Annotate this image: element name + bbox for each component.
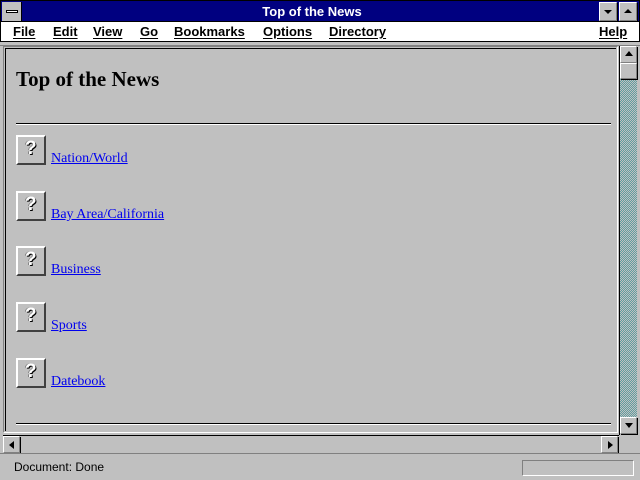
menu-view[interactable]: View <box>93 24 122 39</box>
status-bar: Document: Done <box>0 453 640 480</box>
link-sports[interactable]: Sports <box>51 318 87 334</box>
list-item: ? Sports <box>16 302 316 334</box>
broken-image-icon[interactable]: ? <box>16 358 46 388</box>
scroll-left-button[interactable] <box>3 436 20 453</box>
list-item: ? Nation/World <box>16 135 316 167</box>
arrow-left-icon <box>9 441 14 449</box>
document-frame: Top of the News ? Nation/World ? Bay Are… <box>5 48 616 431</box>
vertical-scroll-thumb[interactable] <box>620 63 637 79</box>
menu-file[interactable]: File <box>13 24 35 39</box>
horizontal-rule-bottom <box>16 423 611 425</box>
menu-bar: File Edit View Go Bookmarks Options Dire… <box>0 22 640 42</box>
list-item: ? Bay Area/California <box>16 191 316 223</box>
system-menu-icon <box>6 10 18 13</box>
scroll-right-button[interactable] <box>601 436 618 453</box>
arrow-right-icon <box>608 441 613 449</box>
scroll-down-button[interactable] <box>620 417 637 434</box>
link-nation-world[interactable]: Nation/World <box>51 151 128 167</box>
broken-image-icon[interactable]: ? <box>16 246 46 276</box>
menu-directory[interactable]: Directory <box>329 24 386 39</box>
minimize-button[interactable] <box>599 2 617 21</box>
menu-options[interactable]: Options <box>263 24 312 39</box>
document-view: Top of the News ? Nation/World ? Bay Are… <box>3 46 618 433</box>
list-item: ? Business <box>16 246 316 278</box>
title-bar: Top of the News <box>0 0 640 22</box>
menu-go[interactable]: Go <box>140 24 158 39</box>
menu-help[interactable]: Help <box>599 24 627 39</box>
scrollbar-corner <box>619 435 637 452</box>
link-bay-area-california[interactable]: Bay Area/California <box>51 207 164 223</box>
menu-bookmarks[interactable]: Bookmarks <box>174 24 245 39</box>
broken-image-icon[interactable]: ? <box>16 191 46 221</box>
broken-image-icon[interactable]: ? <box>16 302 46 332</box>
horizontal-scrollbar[interactable] <box>3 435 619 453</box>
page-heading: Top of the News <box>16 67 160 91</box>
list-item: ? Datebook <box>16 358 316 390</box>
progress-indicator <box>522 460 634 476</box>
link-datebook[interactable]: Datebook <box>51 374 105 390</box>
maximize-button[interactable] <box>619 2 637 21</box>
arrow-up-icon <box>625 51 633 56</box>
system-menu-button[interactable] <box>2 2 22 21</box>
status-text: Document: Done <box>14 460 105 474</box>
minimize-icon <box>604 10 612 14</box>
scroll-up-button[interactable] <box>620 46 637 63</box>
arrow-down-icon <box>625 423 633 428</box>
horizontal-rule-top <box>16 123 611 125</box>
menu-edit[interactable]: Edit <box>53 24 78 39</box>
maximize-icon <box>624 9 632 13</box>
link-business[interactable]: Business <box>51 262 101 278</box>
broken-image-icon[interactable]: ? <box>16 135 46 165</box>
vertical-scrollbar[interactable] <box>619 46 637 435</box>
window-title: Top of the News <box>262 4 362 19</box>
